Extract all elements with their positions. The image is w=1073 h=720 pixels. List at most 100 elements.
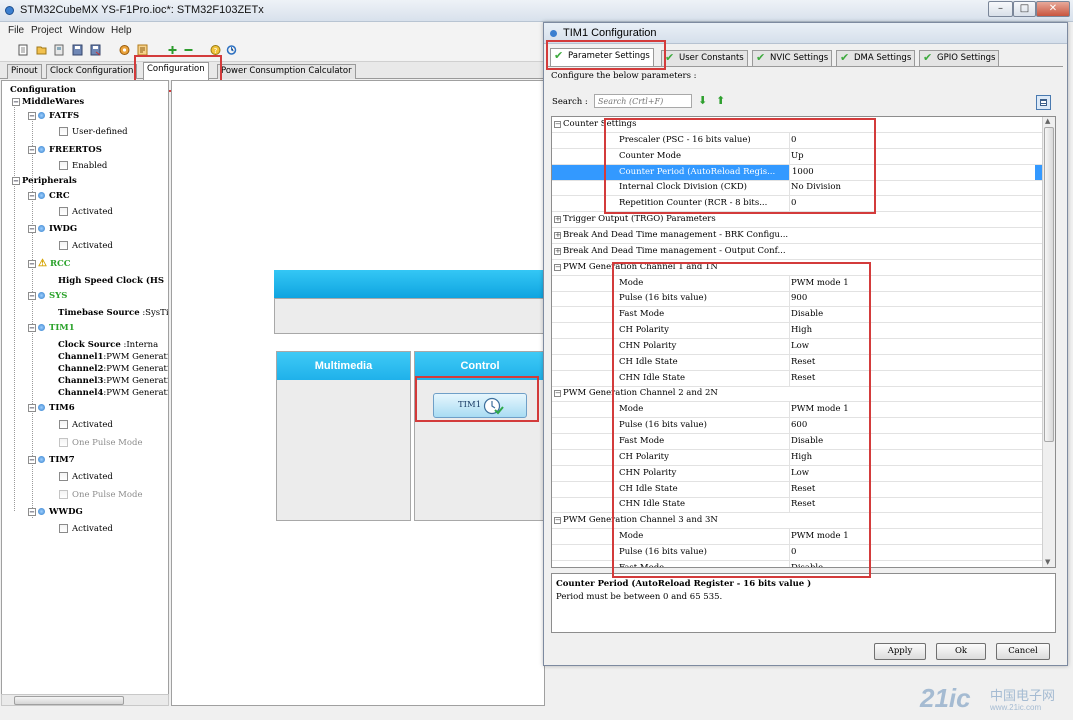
checkbox[interactable] — [59, 207, 68, 216]
close-button[interactable]: ✕ — [1036, 1, 1070, 17]
collapse-icon[interactable]: − — [28, 323, 36, 332]
collapse-icon[interactable]: − — [28, 291, 36, 300]
collapse-icon[interactable]: − — [554, 517, 561, 525]
tree-middlewares[interactable]: − MiddleWares — [12, 97, 84, 107]
collapse-icon[interactable]: − — [28, 403, 36, 412]
menu-window[interactable]: Window — [69, 25, 105, 36]
scrollbar-thumb[interactable] — [1044, 127, 1054, 442]
collapse-icon[interactable]: − — [554, 121, 561, 128]
search-down-icon[interactable]: ⬇ — [698, 94, 707, 107]
tab-user-constants[interactable]: ✔ User Constants — [661, 50, 748, 66]
collapse-icon[interactable]: − — [28, 191, 36, 200]
tree-wwdg-activated[interactable]: Activated — [59, 524, 113, 534]
ok-button[interactable]: Ok — [936, 643, 986, 660]
collapse-icon[interactable]: − — [28, 111, 36, 120]
tree-wwdg-label: WWDG — [49, 507, 83, 517]
timebase-value: :SysTi — [142, 308, 169, 318]
menu-file[interactable]: File — [8, 25, 24, 36]
section-trigger[interactable]: + Trigger Output (TRGO) Parameters — [552, 212, 1042, 229]
tree-tim1-channel4[interactable]: Channel4:PWM Generatic — [58, 388, 168, 398]
apply-button[interactable]: Apply — [874, 643, 926, 660]
check-icon: ✔ — [756, 51, 766, 64]
tree-tim7[interactable]: − TIM7 — [28, 455, 75, 465]
scroll-down-arrow-icon[interactable]: ▼ — [1045, 558, 1050, 566]
save-as-icon[interactable] — [90, 44, 101, 56]
update-icon[interactable] — [226, 44, 237, 56]
expand-all-icon[interactable] — [1036, 95, 1051, 110]
search-input[interactable] — [594, 94, 692, 108]
tree-tim6-activated[interactable]: Activated — [59, 420, 113, 430]
collapse-icon[interactable]: − — [28, 259, 36, 268]
tree-crc-activated[interactable]: Activated — [59, 207, 113, 217]
generate-code-icon[interactable] — [119, 44, 130, 56]
collapse-icon[interactable]: − — [28, 507, 36, 516]
checkbox[interactable] — [59, 161, 68, 170]
tab-nvic-settings[interactable]: ✔ NVIC Settings — [752, 50, 833, 66]
component-icon — [38, 225, 45, 232]
annotation-counter-settings — [604, 118, 876, 214]
collapse-icon[interactable]: − — [554, 263, 561, 271]
section-label: Trigger Output (TRGO) Parameters — [563, 214, 716, 225]
tree-freertos-enabled[interactable]: Enabled — [59, 161, 107, 171]
checkbox[interactable] — [59, 420, 68, 429]
menu-help[interactable]: Help — [111, 25, 132, 36]
collapse-icon[interactable]: − — [554, 390, 561, 398]
checkbox[interactable] — [59, 241, 68, 250]
tree-tim1[interactable]: − TIM1 — [28, 323, 75, 333]
tree-rcc-hsc[interactable]: High Speed Clock (HS — [58, 276, 164, 286]
tree-tim1-channel3[interactable]: Channel3:PWM Generatic — [58, 376, 168, 386]
search-up-icon[interactable]: ⬆ — [716, 94, 725, 107]
tree-user-defined[interactable]: User-defined — [59, 127, 128, 137]
cancel-button[interactable]: Cancel — [996, 643, 1050, 660]
minimize-button[interactable]: – — [988, 1, 1013, 17]
checkbox[interactable] — [59, 472, 68, 481]
category-header-bar — [274, 270, 544, 298]
tree-tim7-activated[interactable]: Activated — [59, 472, 113, 482]
open-example-icon[interactable] — [54, 44, 65, 56]
save-icon[interactable] — [72, 44, 83, 56]
tree-tim6-label: TIM6 — [49, 403, 75, 413]
expand-icon[interactable]: + — [554, 247, 561, 255]
collapse-icon[interactable]: − — [12, 176, 20, 185]
tree-horizontal-scrollbar[interactable] — [1, 694, 169, 706]
expand-icon[interactable]: + — [554, 231, 561, 239]
tree-tim1-channel2[interactable]: Channel2:PWM Generatic — [58, 364, 168, 374]
collapse-icon[interactable]: − — [28, 224, 36, 233]
collapse-icon[interactable]: − — [28, 455, 36, 464]
tree-sys-timebase[interactable]: Timebase Source :SysTi — [58, 308, 169, 318]
tab-power-consumption[interactable]: Power Consumption Calculator — [217, 64, 356, 79]
menu-project[interactable]: Project — [31, 25, 62, 36]
tree-sys[interactable]: − SYS — [28, 291, 67, 301]
parameter-list-scrollbar[interactable]: ▲ ▼ — [1042, 117, 1055, 567]
tab-pinout[interactable]: Pinout — [7, 64, 42, 79]
section-brk[interactable]: + Break And Dead Time management - BRK Co… — [552, 228, 1042, 244]
tree-tim1-channel1[interactable]: Channel1:PWM Generatic — [58, 352, 168, 362]
section-output[interactable]: + Break And Dead Time management - Output… — [552, 244, 1042, 260]
tree-wwdg[interactable]: − WWDG — [28, 507, 83, 517]
scroll-up-arrow-icon[interactable]: ▲ — [1045, 117, 1050, 125]
tab-dma-settings[interactable]: ✔ DMA Settings — [836, 50, 916, 66]
tree-crc-label: CRC — [49, 191, 70, 201]
scrollbar-thumb[interactable] — [14, 696, 124, 705]
checkbox[interactable] — [59, 127, 68, 136]
new-project-icon[interactable] — [18, 44, 29, 56]
collapse-icon[interactable]: − — [28, 145, 36, 154]
collapse-icon[interactable]: − — [12, 97, 20, 106]
tree-crc[interactable]: − CRC — [28, 191, 70, 201]
tab-gpio-settings[interactable]: ✔ GPIO Settings — [919, 50, 1000, 66]
tree-freertos[interactable]: − FREERTOS — [28, 145, 102, 155]
tree-fatfs[interactable]: − FATFS — [28, 111, 79, 121]
checkbox[interactable] — [59, 524, 68, 533]
open-icon[interactable] — [36, 44, 47, 56]
tree-rcc[interactable]: − ⚠ RCC — [28, 258, 71, 269]
tree-peripherals[interactable]: − Peripherals — [12, 176, 77, 186]
tree-iwdg[interactable]: − IWDG — [28, 224, 77, 234]
parameter-description: Counter Period (AutoReload Register - 16… — [551, 573, 1056, 633]
tree-iwdg-activated[interactable]: Activated — [59, 241, 113, 251]
tree-tim1-clock-source[interactable]: Clock Source :Interna — [58, 340, 158, 350]
maximize-button[interactable]: □ — [1013, 1, 1036, 17]
tree-tim6[interactable]: − TIM6 — [28, 403, 75, 413]
tree-peripherals-label: Peripherals — [22, 176, 77, 186]
expand-icon[interactable]: + — [554, 216, 561, 224]
tab-clock-configuration[interactable]: Clock Configuration — [46, 64, 138, 79]
